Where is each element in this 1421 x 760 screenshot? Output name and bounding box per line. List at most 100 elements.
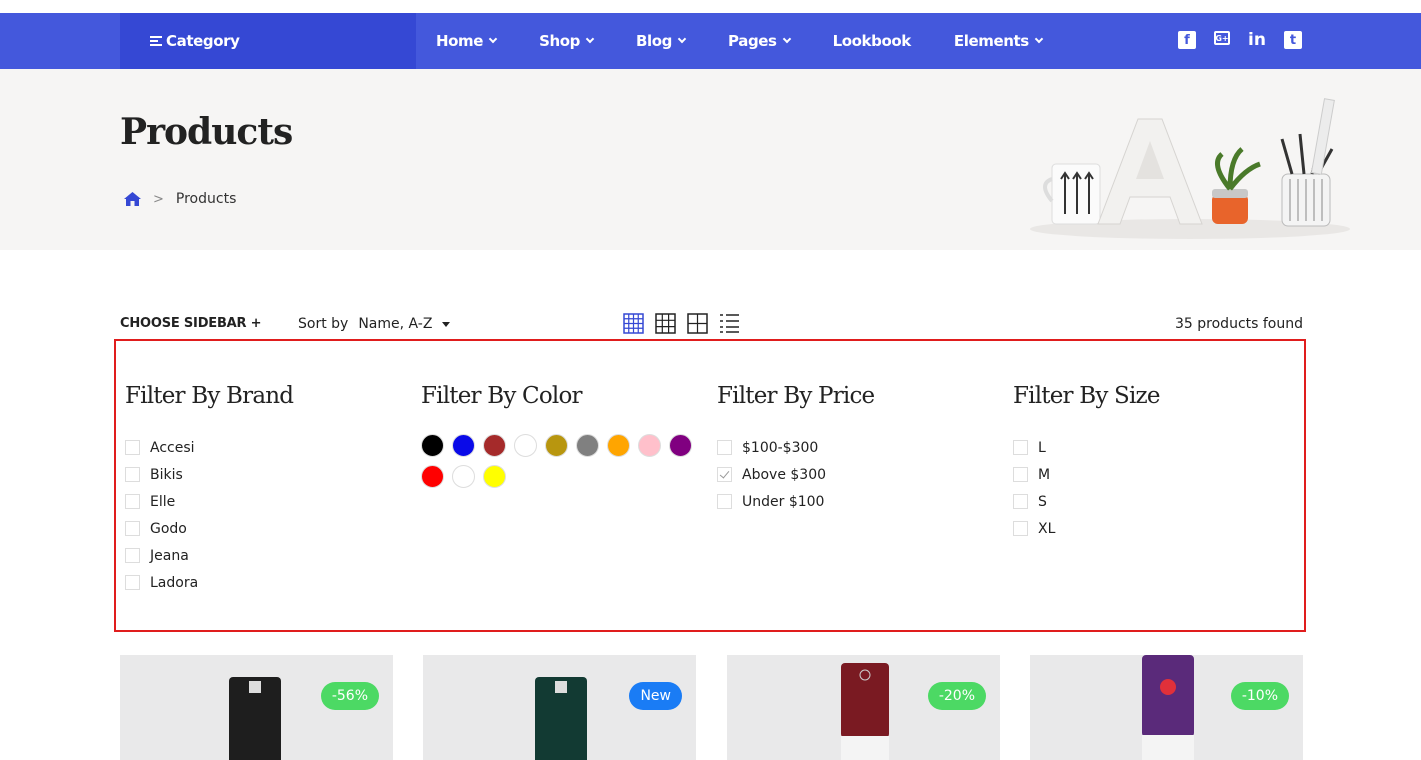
product-image bbox=[841, 663, 889, 760]
checkbox[interactable] bbox=[125, 440, 140, 455]
filter-price-title: Filter By Price bbox=[717, 383, 875, 409]
color-swatches bbox=[421, 434, 711, 496]
filter-option-brand[interactable]: Elle bbox=[125, 488, 293, 515]
color-swatch[interactable] bbox=[514, 434, 537, 457]
filter-brand: Filter By Brand Accesi Bikis Elle Godo J… bbox=[125, 383, 294, 596]
filter-option-brand[interactable]: Accesi bbox=[125, 434, 293, 461]
chevron-down-icon bbox=[782, 34, 791, 44]
page-title: Products bbox=[120, 111, 293, 153]
filter-size: Filter By Size L M S XL bbox=[1013, 383, 1160, 542]
linkedin-icon[interactable]: in bbox=[1248, 30, 1266, 50]
color-swatch[interactable] bbox=[669, 434, 692, 457]
sort-label: Sort by bbox=[298, 316, 349, 332]
discount-badge: -10% bbox=[1230, 682, 1289, 710]
filter-option-size[interactable]: S bbox=[1013, 488, 1160, 515]
main-menu: Home Shop Blog Pages Lookbook Elements bbox=[416, 13, 1044, 69]
facebook-icon[interactable]: f bbox=[1178, 31, 1196, 49]
filter-color: Filter By Color bbox=[421, 383, 711, 496]
grid-3-columns-icon[interactable] bbox=[655, 313, 676, 334]
filter-option-size[interactable]: M bbox=[1013, 461, 1160, 488]
checkbox[interactable] bbox=[717, 440, 732, 455]
color-swatch[interactable] bbox=[421, 465, 444, 488]
filter-option-size[interactable]: L bbox=[1013, 434, 1160, 461]
product-card[interactable]: -10% bbox=[1030, 655, 1303, 760]
product-image bbox=[1142, 655, 1194, 760]
checkbox[interactable] bbox=[1013, 467, 1028, 482]
chevron-down-icon bbox=[585, 34, 595, 44]
discount-badge: -56% bbox=[320, 682, 379, 710]
checkbox[interactable] bbox=[1013, 494, 1028, 509]
filter-option-brand[interactable]: Bikis bbox=[125, 461, 293, 488]
product-card[interactable]: -20% bbox=[727, 655, 1000, 760]
google-plus-icon[interactable]: G+ bbox=[1214, 31, 1230, 45]
checkbox[interactable] bbox=[125, 575, 140, 590]
filter-option-price[interactable]: Under $100 bbox=[717, 488, 874, 515]
home-icon[interactable] bbox=[124, 192, 141, 206]
new-badge: New bbox=[629, 682, 682, 710]
caret-down-icon bbox=[442, 321, 451, 327]
color-swatch[interactable] bbox=[545, 434, 568, 457]
color-swatch[interactable] bbox=[452, 434, 475, 457]
view-mode-switcher bbox=[623, 313, 751, 334]
filter-color-title: Filter By Color bbox=[421, 383, 582, 409]
grid-4-columns-icon[interactable] bbox=[623, 313, 644, 334]
filter-option-brand[interactable]: Ladora bbox=[125, 569, 293, 596]
chevron-down-icon bbox=[1034, 34, 1044, 44]
color-swatch[interactable] bbox=[483, 465, 506, 488]
product-image bbox=[535, 677, 587, 760]
menu-item-pages[interactable]: Pages bbox=[728, 32, 791, 50]
product-card[interactable]: -56% bbox=[120, 655, 393, 760]
filter-option-brand[interactable]: Jeana bbox=[125, 542, 293, 569]
menu-item-shop[interactable]: Shop bbox=[539, 32, 595, 50]
checkbox[interactable] bbox=[125, 494, 140, 509]
filter-option-price[interactable]: $100-$300 bbox=[717, 434, 874, 461]
product-image bbox=[229, 677, 281, 760]
checkbox[interactable] bbox=[125, 521, 140, 536]
checkbox[interactable] bbox=[717, 494, 732, 509]
social-links: f G+ in t bbox=[1178, 30, 1320, 50]
category-label: Category bbox=[166, 32, 240, 50]
checkbox-checked[interactable] bbox=[717, 467, 732, 482]
filter-option-size[interactable]: XL bbox=[1013, 515, 1160, 542]
menu-item-home[interactable]: Home bbox=[436, 32, 498, 50]
chevron-down-icon bbox=[677, 34, 687, 44]
color-swatch[interactable] bbox=[421, 434, 444, 457]
product-card[interactable]: New bbox=[423, 655, 696, 760]
sort-select[interactable]: Sort by Name, A-Z bbox=[298, 316, 451, 332]
grid-2-columns-icon[interactable] bbox=[687, 313, 708, 334]
filter-brand-title: Filter By Brand bbox=[125, 383, 294, 409]
decorative-banner-image bbox=[1030, 98, 1350, 239]
discount-badge: -20% bbox=[927, 682, 986, 710]
color-swatch[interactable] bbox=[483, 434, 506, 457]
checkbox[interactable] bbox=[1013, 521, 1028, 536]
choose-sidebar-button[interactable]: CHOOSE SIDEBAR + bbox=[120, 316, 262, 331]
checkbox[interactable] bbox=[125, 548, 140, 563]
checkbox[interactable] bbox=[125, 467, 140, 482]
products-found-count: 35 products found bbox=[1175, 316, 1303, 332]
filter-size-title: Filter By Size bbox=[1013, 383, 1160, 409]
menu-item-elements[interactable]: Elements bbox=[954, 32, 1044, 50]
chevron-down-icon bbox=[488, 34, 498, 44]
menu-lines-icon bbox=[150, 34, 162, 48]
page-banner: Products > Products bbox=[0, 69, 1421, 250]
filter-panel: Filter By Brand Accesi Bikis Elle Godo J… bbox=[114, 339, 1306, 632]
breadcrumb-current: Products bbox=[175, 191, 237, 207]
filter-option-brand[interactable]: Godo bbox=[125, 515, 293, 542]
color-swatch[interactable] bbox=[452, 465, 475, 488]
top-navbar: Category Home Shop Blog Pages Lookbook E… bbox=[0, 13, 1421, 69]
breadcrumb: > Products bbox=[124, 191, 236, 207]
sort-value: Name, A-Z bbox=[358, 316, 433, 332]
color-swatch[interactable] bbox=[576, 434, 599, 457]
category-menu-button[interactable]: Category bbox=[120, 13, 416, 69]
menu-item-blog[interactable]: Blog bbox=[636, 32, 687, 50]
color-swatch[interactable] bbox=[638, 434, 661, 457]
product-toolbar: CHOOSE SIDEBAR + Sort by Name, A-Z 35 pr… bbox=[120, 313, 1303, 336]
twitter-icon[interactable]: t bbox=[1284, 31, 1302, 49]
list-view-icon[interactable] bbox=[719, 313, 740, 334]
filter-option-price[interactable]: Above $300 bbox=[717, 461, 874, 488]
color-swatch[interactable] bbox=[607, 434, 630, 457]
breadcrumb-separator: > bbox=[153, 191, 164, 207]
filter-price: Filter By Price $100-$300 Above $300 Und… bbox=[717, 383, 875, 515]
menu-item-lookbook[interactable]: Lookbook bbox=[833, 32, 912, 50]
checkbox[interactable] bbox=[1013, 440, 1028, 455]
